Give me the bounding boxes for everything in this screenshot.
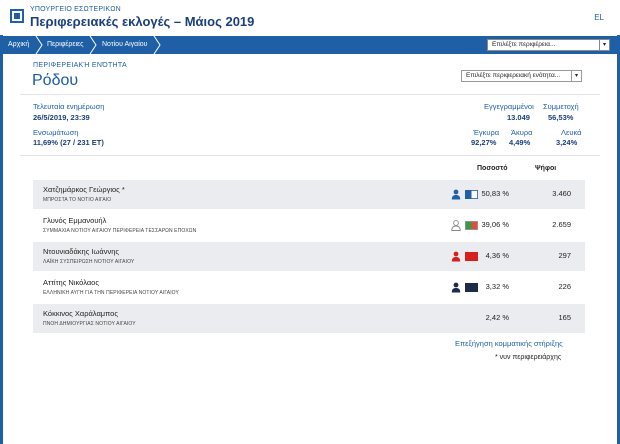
region-select[interactable]: Επιλέξτε περιφέρεια... ▾ [487,39,610,51]
candidate-party: ΣΥΜΜΑΧΙΑ ΝΟΤΙΟΥ ΑΙΓΑΙΟΥ ΠΕΡΙΦΕΡΕΙΑ ΤΕΣΣΑ… [43,228,197,234]
candidate-percentage: 50,83 % [481,189,509,198]
valid-value: 92,27% [471,138,497,147]
invalid-value: 4,49% [509,138,531,147]
page-border-left [0,0,3,444]
candidate-votes: 297 [558,251,571,260]
candidate-percentage: 39,06 % [481,220,509,229]
ministry-name: ΥΠΟΥΡΓΕΙΟ ΕΣΩΤΕΡΙΚΩΝ [30,6,121,13]
pct-column-header: Ποσοστό [477,165,508,172]
integration-label: Ενσωμάτωση [33,128,79,137]
ministry-logo-icon [10,9,24,23]
unit-select[interactable]: Επιλέξτε περιφερειακή ενότητα... ▾ [461,70,582,82]
candidate-votes: 3.460 [552,189,571,198]
unit-name: Ρόδου [32,72,79,89]
page-title: Περιφερειακές εκλογές – Μάιος 2019 [30,14,255,29]
party-support-explanation-link[interactable]: Επεξήγηση κομματικής στήριξης [455,339,563,348]
integration-value: 11,69% (27 / 231 ΕΤ) [33,138,104,147]
votes-column-header: Ψήφοι [535,165,557,172]
candidate-votes: 2.659 [552,220,571,229]
candidate-percentage: 3,32 % [485,282,509,291]
candidate-name: Χατζημάρκος Γεώργιος * [43,185,125,194]
candidate-party: ΠΝΟΗ ΔΗΜΙΟΥΡΓΙΑΣ ΝΟΤΙΟΥ ΑΙΓΑΙΟΥ [43,321,136,327]
blank-value: 3,24% [556,138,578,147]
invalid-label: Άκυρα [511,128,533,137]
chevron-down-icon: ▾ [571,71,581,81]
region-select-value: Επιλέξτε περιφέρεια... [492,41,556,48]
breadcrumb: Αρχική Περιφέρειες Νοτίου Αιγαίου Επιλέξ… [0,36,620,54]
turnout-value: 56,53% [548,113,574,122]
chevron-right-icon [89,36,97,54]
candidate-name: Αττίτης Νικόλαος [43,278,99,287]
last-update-label: Τελευταία ενημέρωση [33,102,105,111]
chevron-right-icon [35,36,43,54]
candidate-party: ΛΑΪΚΗ ΣΥΣΠΕΙΡΩΣΗ ΝΟΤΙΟΥ ΑΙΓΑΙΟΥ [43,259,135,265]
divider [20,155,600,156]
turnout-label: Συμμετοχή [543,102,579,111]
language-switch[interactable]: EL [594,13,604,22]
candidate-name: Γλυνός Εμμανουήλ [43,216,107,225]
breadcrumb-home[interactable]: Αρχική [8,36,29,54]
candidate-percentage: 2,42 % [485,313,509,322]
breadcrumb-regions[interactable]: Περιφέρειες [47,36,84,54]
candidate-party: ΕΛΛΗΝΙΚΗ ΑΥΓΗ ΓΙΑ ΤΗΝ ΠΕΡΙΦΕΡΕΙΑ ΝΟΤΙΟΥ … [43,290,179,296]
registered-label: Εγγεγραμμένοι [484,102,534,111]
table-row[interactable]: Χατζημάρκος Γεώργιος * ΜΠΡΟΣΤΑ ΤΟ ΝΟΤΙΟ Α… [33,180,585,209]
breadcrumb-south-aegean[interactable]: Νοτίου Αιγαίου [102,36,148,54]
last-update-value: 26/5/2019, 23:39 [33,113,90,122]
table-row[interactable]: Γλυνός Εμμανουήλ ΣΥΜΜΑΧΙΑ ΝΟΤΙΟΥ ΑΙΓΑΙΟΥ … [33,211,585,240]
candidate-party: ΜΠΡΟΣΤΑ ΤΟ ΝΟΤΙΟ ΑΙΓΑΙΟ [43,197,112,203]
blank-label: Λευκά [561,128,582,137]
unit-select-value: Επιλέξτε περιφερειακή ενότητα... [466,72,561,79]
footnote: * νυν περιφερειάρχης [495,354,562,361]
candidate-votes: 226 [558,282,571,291]
candidate-percentage: 4,36 % [485,251,509,260]
candidate-name: Κόκκινος Χαράλαμπος [43,309,118,318]
table-row[interactable]: Αττίτης Νικόλαος ΕΛΛΗΝΙΚΗ ΑΥΓΗ ΓΙΑ ΤΗΝ ΠΕ… [33,273,585,302]
valid-label: Έγκυρα [473,128,500,137]
chevron-right-icon [153,36,161,54]
candidate-votes: 165 [558,313,571,322]
candidate-name: Ντουνιαδάκης Ιωάννης [43,247,119,256]
divider [20,94,600,95]
registered-value: 13.049 [507,113,530,122]
table-row[interactable]: Κόκκινος Χαράλαμπος ΠΝΟΗ ΔΗΜΙΟΥΡΓΙΑΣ ΝΟΤΙ… [33,304,585,333]
unit-label: Περιφερειακή Ενότητα [33,62,127,69]
chevron-down-icon: ▾ [599,40,609,50]
page-header: ΥΠΟΥΡΓΕΙΟ ΕΣΩΤΕΡΙΚΩΝ Περιφερειακές εκλογ… [0,0,620,35]
table-row[interactable]: Ντουνιαδάκης Ιωάννης ΛΑΪΚΗ ΣΥΣΠΕΙΡΩΣΗ ΝΟΤ… [33,242,585,271]
